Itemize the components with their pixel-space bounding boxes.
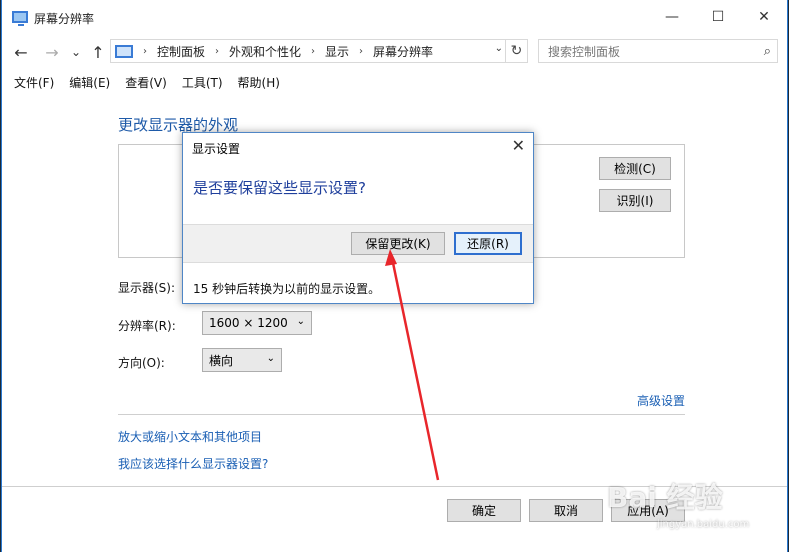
baidu-watermark: Bai 经验 [607, 481, 723, 514]
control-panel-window: 屏幕分辨率 — ☐ ✕ ← → ⌄ ↑ › 控制面板 › 外观和个性化 › 显示… [1, 0, 788, 552]
watermark-url: jingyan.baidu.com [657, 519, 750, 530]
red-annotation-arrow [385, 249, 440, 481]
